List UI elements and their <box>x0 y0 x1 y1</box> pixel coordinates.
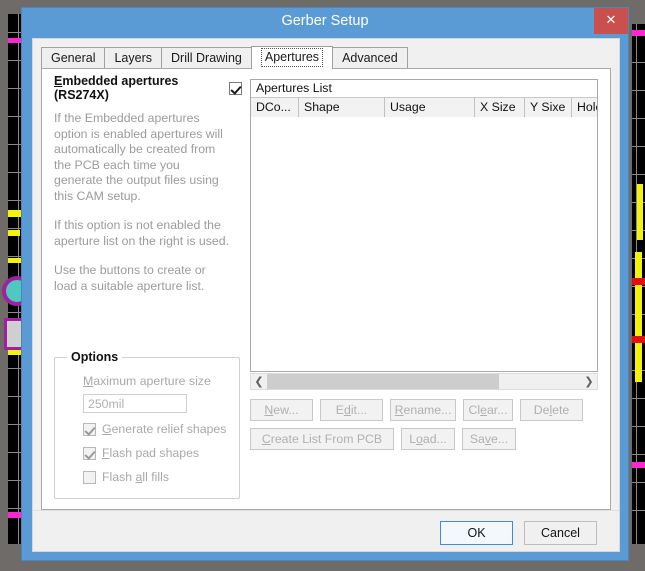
aperture-action-buttons: New... Edit... Rename... Clear... Delete Crea… <box>250 399 598 450</box>
new-button[interactable]: New... <box>250 399 313 421</box>
pcb-trace-yellow <box>8 230 20 236</box>
dialog-titlebar[interactable]: Gerber Setup ✕ <box>22 8 628 34</box>
tab-advanced[interactable]: Advanced <box>332 47 408 69</box>
apertures-list-frame: Apertures List DCo...ShapeUsageX SizeY S… <box>250 79 598 372</box>
pcb-canvas-right <box>632 24 645 544</box>
flash-all-fills-checkbox[interactable] <box>83 471 96 484</box>
pcb-trace-yellow <box>635 252 642 382</box>
gerber-setup-dialog: Gerber Setup ✕ General Layers Drill Drawin… <box>22 8 628 560</box>
left-options-column: Embedded apertures (RS274X) If the Embed… <box>54 79 242 294</box>
clear-button[interactable]: Clear... <box>463 399 513 421</box>
pcb-pad-red <box>632 278 645 285</box>
help-text-3: Use the buttons to create or load a suit… <box>54 263 230 294</box>
pcb-pad-red <box>632 336 645 343</box>
scroll-left-arrow-icon[interactable]: ❮ <box>251 374 267 389</box>
pcb-trace-yellow <box>637 184 643 240</box>
dialog-footer: OK Cancel <box>33 510 619 551</box>
help-text-2: If this option is not enabled the apertu… <box>54 218 230 249</box>
options-groupbox: Options Maximum aperture size 250mil Gen… <box>54 357 240 499</box>
apertures-list-column: Apertures List DCo...ShapeUsageX SizeY S… <box>250 79 598 457</box>
pcb-trace-magenta <box>632 30 645 36</box>
tab-label: General <box>51 51 95 65</box>
scrollbar-thumb[interactable] <box>267 374 499 389</box>
help-text-1: If the Embedded apertures option is enab… <box>54 111 230 204</box>
embedded-label-rest: mbedded apertures (RS274X) <box>54 74 178 102</box>
pcb-trace-yellow <box>8 350 23 355</box>
max-aperture-size-input[interactable]: 250mil <box>83 394 187 413</box>
button-row: New... Edit... Rename... Clear... Delete <box>250 399 598 421</box>
tab-layers[interactable]: Layers <box>104 47 162 69</box>
column-header[interactable]: Shape <box>299 98 385 117</box>
scroll-right-arrow-icon[interactable]: ❯ <box>581 374 597 389</box>
apertures-list-header: DCo...ShapeUsageX SizeY SixeHole SizeX O <box>251 98 597 118</box>
apertures-list-body[interactable] <box>251 117 597 371</box>
apertures-list-caption: Apertures List <box>251 80 597 98</box>
column-header[interactable]: DCo... <box>251 98 299 117</box>
create-list-from-pcb-button[interactable]: Create List From PCB <box>250 428 394 450</box>
column-header[interactable]: X Size <box>475 98 525 117</box>
dialog-client-area: General Layers Drill Drawing Apertures Advan… <box>32 38 620 552</box>
tab-label: Layers <box>114 51 152 65</box>
flash-pad-shapes-label: Flash pad shapes <box>102 446 199 460</box>
tab-drill-drawing[interactable]: Drill Drawing <box>161 47 252 69</box>
ok-button[interactable]: OK <box>440 521 513 545</box>
pcb-trace-magenta <box>632 462 645 468</box>
column-header[interactable]: Hole Size <box>572 98 597 117</box>
horizontal-scrollbar[interactable]: ❮ ❯ <box>250 373 598 390</box>
flash-all-fills-label: Flash all fills <box>102 470 169 484</box>
tab-general[interactable]: General <box>41 47 105 69</box>
flash-pad-shapes-checkbox[interactable] <box>83 447 96 460</box>
max-aperture-accel: M <box>83 374 93 388</box>
embedded-apertures-row: Embedded apertures (RS274X) <box>54 79 242 97</box>
pcb-trace-yellow <box>8 210 22 217</box>
tab-label: Apertures <box>261 48 323 67</box>
generate-relief-shapes-row[interactable]: Generate relief shapes <box>83 422 226 436</box>
flash-all-fills-row[interactable]: Flash all fills <box>83 470 169 484</box>
embedded-apertures-checkbox[interactable] <box>229 82 242 95</box>
delete-button[interactable]: Delete <box>520 399 583 421</box>
column-header[interactable]: Y Sixe <box>525 98 572 117</box>
max-aperture-label-rest: aximum aperture size <box>93 374 211 388</box>
tab-page-apertures: Embedded apertures (RS274X) If the Embed… <box>41 68 611 510</box>
dialog-title: Gerber Setup <box>281 8 368 34</box>
tab-apertures[interactable]: Apertures <box>251 46 333 69</box>
load-button[interactable]: Load... <box>401 428 455 450</box>
tab-label: Advanced <box>342 51 398 65</box>
generate-relief-shapes-checkbox[interactable] <box>83 423 96 436</box>
generate-relief-shapes-label: Generate relief shapes <box>102 422 226 436</box>
scrollbar-track[interactable] <box>267 374 581 389</box>
edit-button[interactable]: Edit... <box>320 399 383 421</box>
flash-pad-shapes-row[interactable]: Flash pad shapes <box>83 446 199 460</box>
max-aperture-size-label: Maximum aperture size <box>83 374 211 388</box>
button-row: Create List From PCB Load... Save... <box>250 428 598 450</box>
embedded-apertures-label: Embedded apertures (RS274X) <box>54 74 229 102</box>
options-legend: Options <box>67 350 122 364</box>
tab-bar: General Layers Drill Drawing Apertures Advan… <box>41 47 407 69</box>
rename-button[interactable]: Rename... <box>390 399 456 421</box>
tab-label: Drill Drawing <box>171 51 242 65</box>
column-header[interactable]: Usage <box>385 98 475 117</box>
save-button[interactable]: Save... <box>462 428 516 450</box>
cancel-button[interactable]: Cancel <box>524 521 597 545</box>
close-icon[interactable]: ✕ <box>594 8 628 34</box>
